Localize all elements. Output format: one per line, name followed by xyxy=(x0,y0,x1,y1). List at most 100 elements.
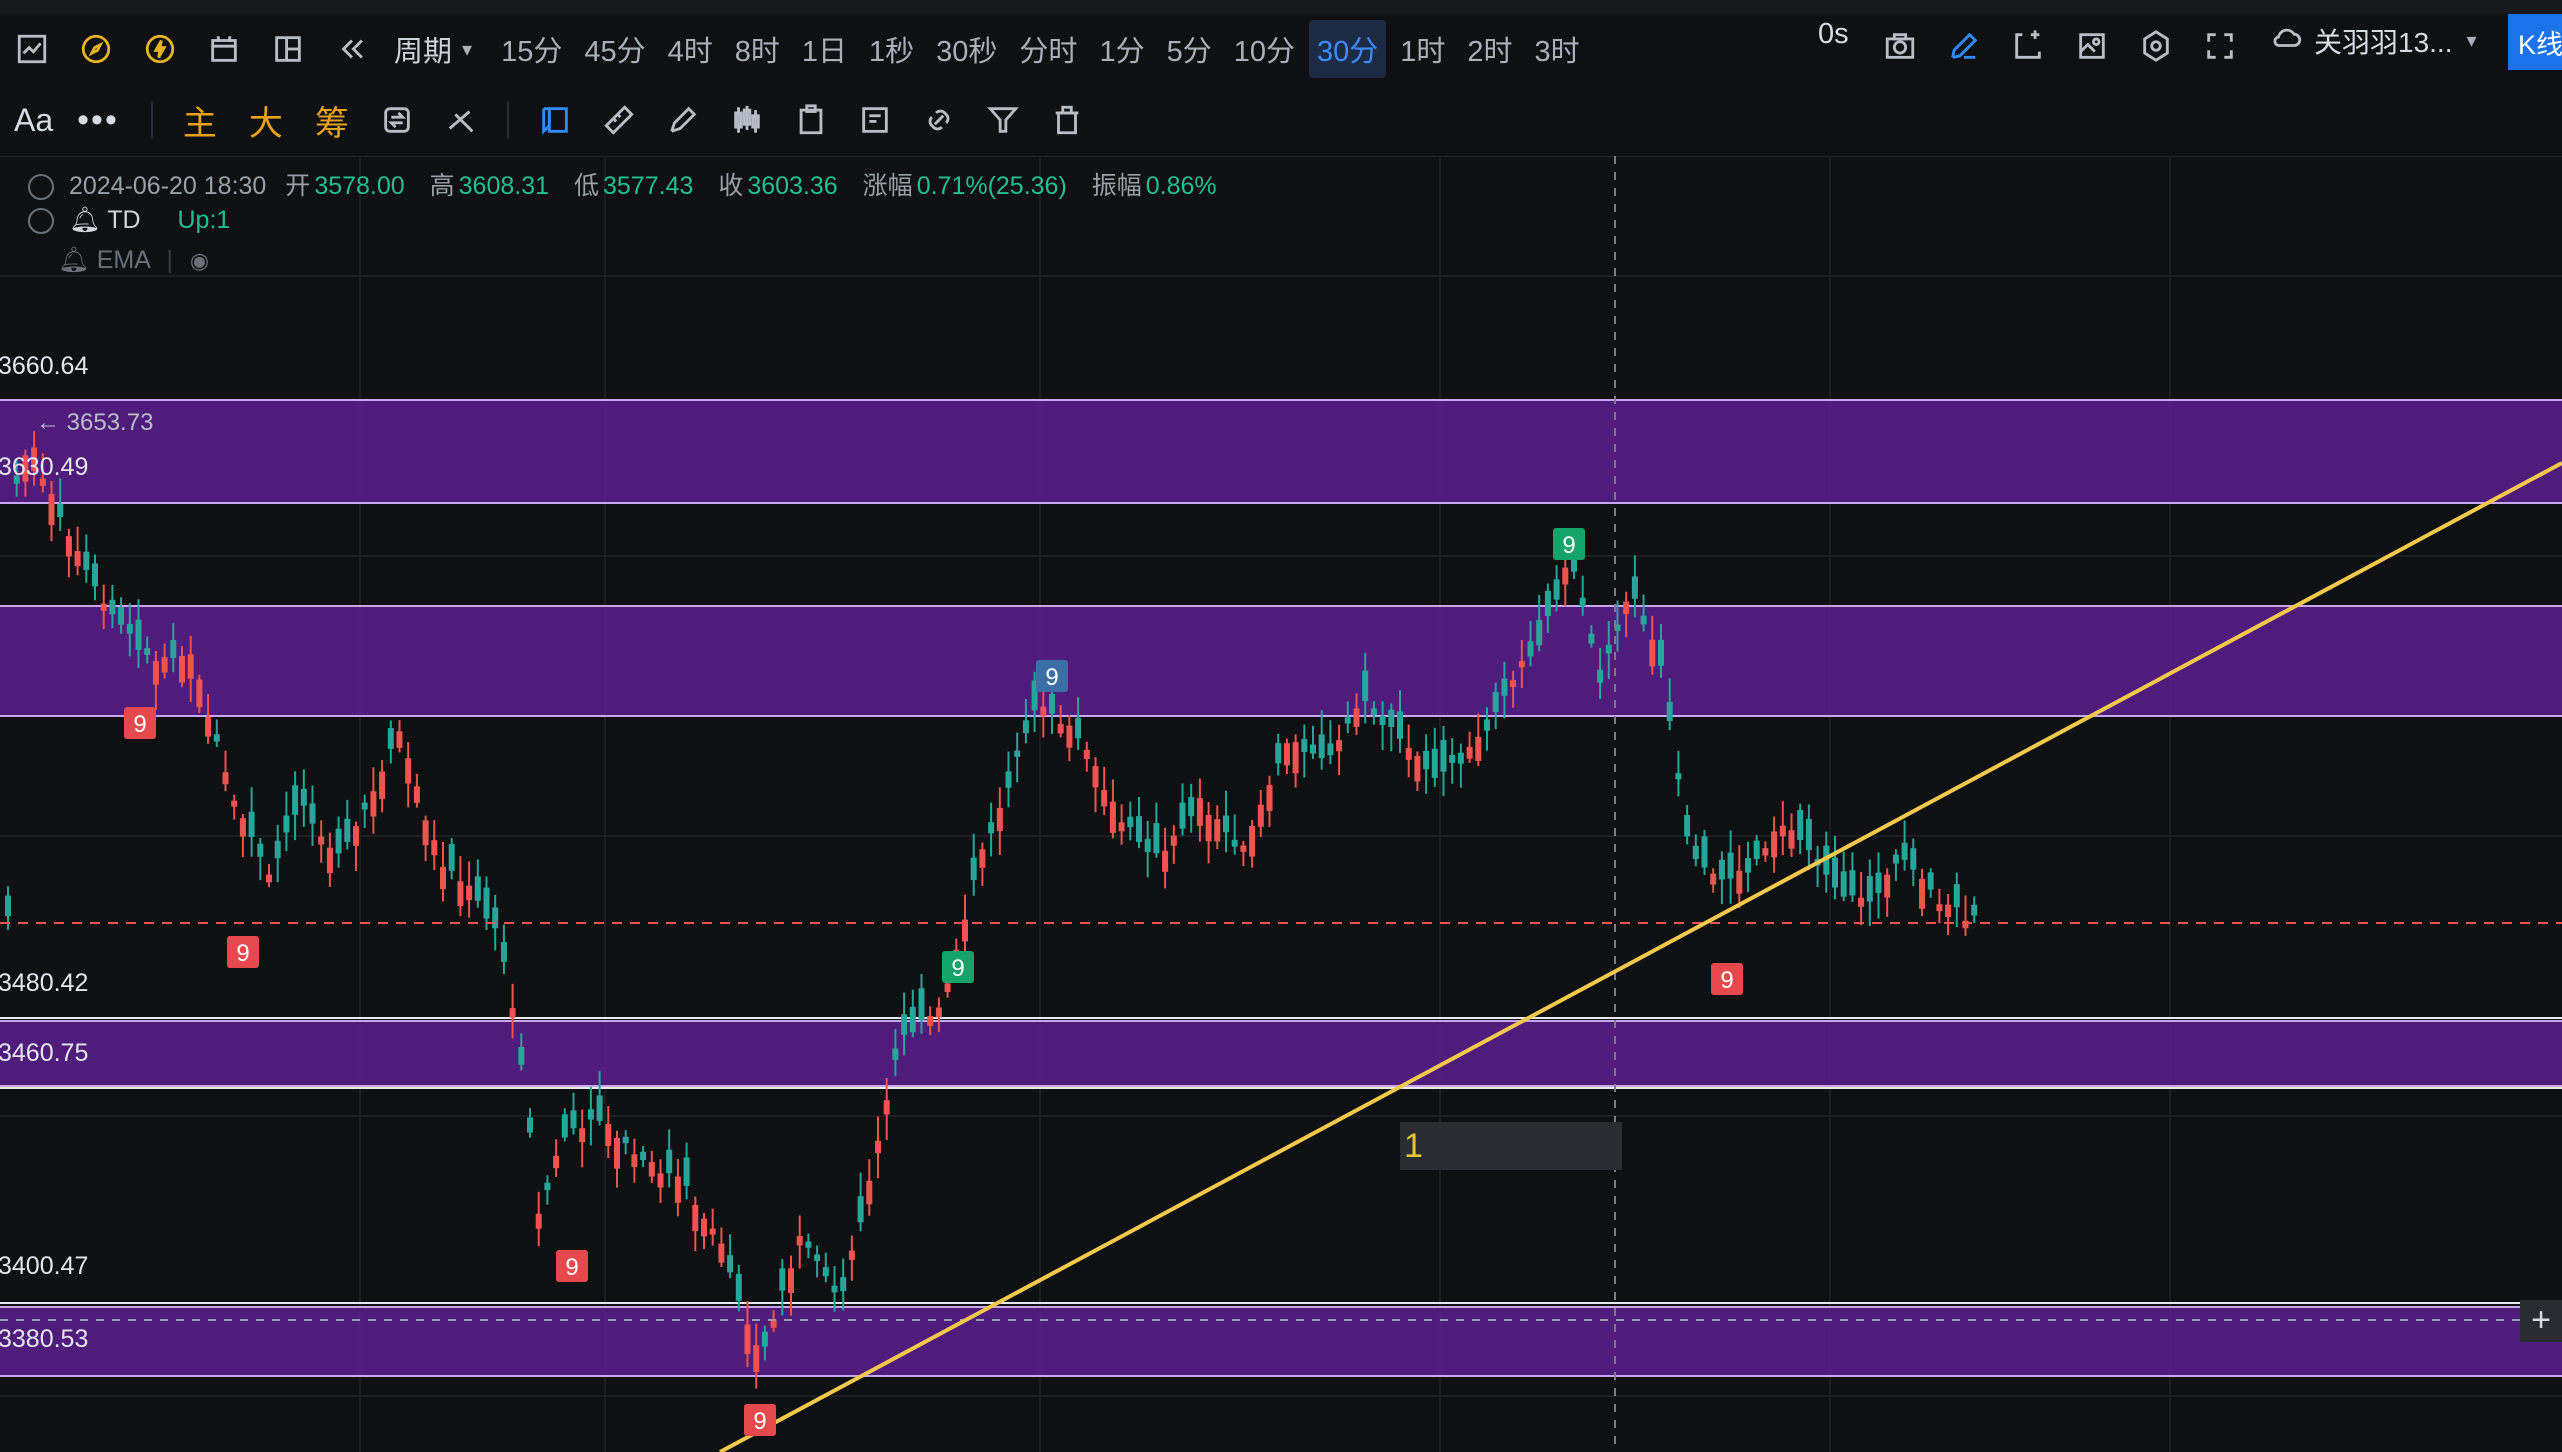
tf-10m[interactable]: 10分 xyxy=(1226,20,1303,78)
link-icon[interactable] xyxy=(915,96,963,144)
ema-name: EMA xyxy=(96,246,150,274)
candle-body xyxy=(1492,692,1499,713)
tf-45m[interactable]: 45分 xyxy=(576,20,653,78)
candle-body xyxy=(805,1241,812,1248)
bell-icon: 🔔︎ xyxy=(68,206,101,234)
zone-band xyxy=(0,1307,2562,1376)
candle-body xyxy=(57,503,64,518)
tf-8h[interactable]: 8时 xyxy=(727,20,788,78)
candle-body xyxy=(848,1250,855,1261)
candle-body xyxy=(666,1149,673,1174)
candle-body xyxy=(405,758,412,784)
candle-body xyxy=(1805,818,1812,851)
ema-indicator[interactable]: 🔔︎ EMA | ◉ xyxy=(28,246,209,275)
collapse-icon[interactable] xyxy=(28,174,54,201)
chevron-down-icon[interactable]: ▾ xyxy=(462,37,472,62)
candle-body xyxy=(1501,678,1508,696)
tf-1d[interactable]: 1日 xyxy=(794,20,855,78)
account-menu[interactable]: 关羽羽13... ▾ xyxy=(2270,20,2477,61)
candle-body xyxy=(518,1046,525,1065)
candle-body xyxy=(1109,801,1116,833)
price-chart[interactable]: 9 9 9 9 9 9 9 9 3660.64 3630.49 3480.42 3460.75 340… xyxy=(0,156,2562,1452)
tf-2h[interactable]: 2时 xyxy=(1459,20,1520,78)
clipboard-icon[interactable] xyxy=(787,96,835,144)
td-marker-label: 9 xyxy=(565,1254,578,1281)
tf-4h[interactable]: 4时 xyxy=(660,20,721,78)
candle-body xyxy=(492,907,499,929)
candle-body xyxy=(796,1236,803,1246)
candle-body xyxy=(1457,752,1464,764)
period-dropdown[interactable]: 周期 xyxy=(384,28,462,70)
candle-body xyxy=(561,1114,568,1138)
tf-30m[interactable]: 30分 xyxy=(1308,20,1387,78)
trash-icon[interactable] xyxy=(1043,96,1091,144)
tf-1h[interactable]: 1时 xyxy=(1392,20,1453,78)
more-button[interactable]: ••• xyxy=(77,101,119,140)
candle-body xyxy=(1788,830,1795,849)
candle-body xyxy=(1936,904,1943,912)
chip-button[interactable]: 筹 xyxy=(315,96,349,145)
trendline-label[interactable]: 1 xyxy=(1400,1122,1622,1170)
candle-body xyxy=(631,1154,638,1168)
tf-intraday[interactable]: 分时 xyxy=(1011,20,1085,78)
tf-15m[interactable]: 15分 xyxy=(493,20,570,78)
candle-body xyxy=(1075,717,1082,739)
candle-body xyxy=(353,826,359,846)
kline-button[interactable]: K线 xyxy=(2508,14,2562,70)
low-label: 低 xyxy=(573,172,599,200)
image-icon[interactable] xyxy=(2068,22,2116,70)
tf-30s[interactable]: 30秒 xyxy=(928,20,1005,78)
candle-body xyxy=(683,1157,690,1186)
td-value: Up:1 xyxy=(177,206,231,234)
right-toolbar xyxy=(1868,22,2252,70)
divider: | xyxy=(166,246,173,274)
open-value: 3578.00 xyxy=(314,172,405,200)
pencil-icon[interactable] xyxy=(1940,22,1988,70)
candle-body xyxy=(1910,848,1917,870)
td-indicator[interactable]: 🔔︎ TD Up:1 xyxy=(28,206,230,235)
candle-body xyxy=(152,660,159,685)
candle-body xyxy=(318,836,325,845)
swap-icon[interactable] xyxy=(373,96,421,144)
candle-body xyxy=(1092,766,1099,788)
lightning-icon[interactable] xyxy=(136,25,184,73)
bookmark-icon[interactable] xyxy=(531,96,579,144)
fullscreen-icon[interactable] xyxy=(2196,22,2244,70)
compass-icon[interactable] xyxy=(72,25,120,73)
candle-body xyxy=(901,1014,908,1035)
line-chart-icon[interactable] xyxy=(8,25,56,73)
frame-icon[interactable] xyxy=(2004,22,2052,70)
candle-body xyxy=(1518,660,1525,668)
eye-hidden-icon[interactable]: ◉ xyxy=(190,248,209,273)
tf-3h[interactable]: 3时 xyxy=(1527,20,1588,78)
price-axis-label: 3480.42 xyxy=(0,969,88,997)
candle-body xyxy=(83,551,90,570)
main-indicator-button[interactable]: 主 xyxy=(183,96,217,145)
tf-1s[interactable]: 1秒 xyxy=(861,20,922,78)
td-marker-label: 9 xyxy=(1720,967,1733,994)
ruler-icon[interactable] xyxy=(595,96,643,144)
bell-icon: 🔔︎ xyxy=(58,246,90,274)
candle-body xyxy=(1344,717,1351,724)
big-button[interactable]: 大 xyxy=(249,96,283,145)
pen-icon[interactable] xyxy=(659,96,707,144)
tf-5m[interactable]: 5分 xyxy=(1159,20,1220,78)
layout-icon[interactable] xyxy=(264,25,312,73)
collapse-icon[interactable] xyxy=(28,208,54,235)
candle-body xyxy=(118,606,125,625)
camera-icon[interactable] xyxy=(1876,22,1924,70)
candle-icon[interactable] xyxy=(723,96,771,144)
add-icon[interactable]: + xyxy=(2520,1300,2562,1342)
candle-body xyxy=(1797,809,1804,841)
settings-icon[interactable] xyxy=(2132,22,2180,70)
tf-1m[interactable]: 1分 xyxy=(1091,20,1152,78)
filter-icon[interactable] xyxy=(979,96,1027,144)
font-button[interactable]: Aa xyxy=(14,102,53,139)
rewind-icon[interactable] xyxy=(328,25,376,73)
candle-body xyxy=(126,624,133,634)
candle-body xyxy=(918,988,925,1021)
calendar-icon[interactable] xyxy=(200,25,248,73)
scissors-icon[interactable] xyxy=(437,96,485,144)
candle-body xyxy=(1684,815,1691,837)
note-icon[interactable] xyxy=(851,96,899,144)
